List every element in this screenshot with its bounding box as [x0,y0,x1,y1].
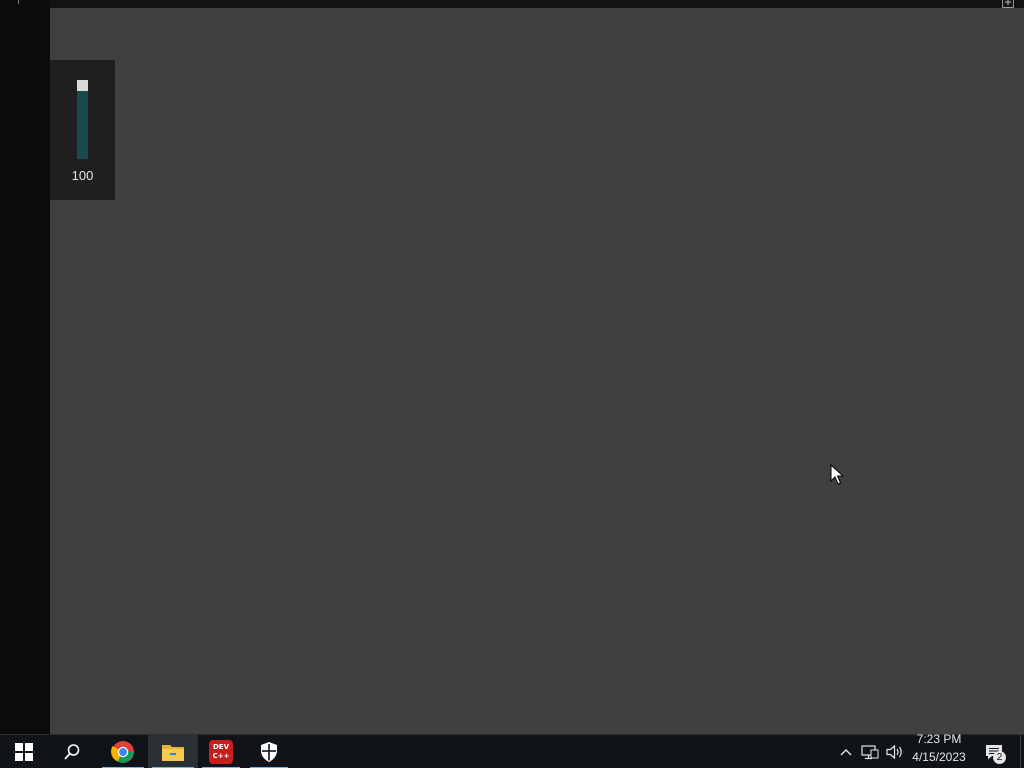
start-button[interactable] [0,735,48,768]
devcpp-icon-line2: C++ [212,752,230,760]
windows-start-icon [15,743,33,761]
chevron-up-icon [840,749,852,756]
taskbar-devcpp-button[interactable]: DEV C++ [198,735,244,768]
clock-date: 4/15/2023 [912,750,966,764]
clock-time: 7:23 PM [916,732,962,746]
volume-slider[interactable] [77,80,88,159]
top-bar [50,0,1024,8]
screen: 100 DEV C++ 7:23 PM 4/15/2023 2 [0,0,1024,768]
network-icon [861,745,879,760]
expand-plus-icon[interactable] [1002,0,1014,8]
search-icon [64,744,80,760]
devcpp-icon-line1: DEV [212,743,229,751]
show-hidden-icons-button[interactable] [838,735,854,768]
taskbar-windows-security-button[interactable] [246,735,292,768]
taskbar-clock[interactable]: 7:23 PM 4/15/2023 [908,732,970,768]
action-center-button[interactable]: 2 [978,735,1010,768]
taskbar: DEV C++ 7:23 PM 4/15/2023 2 [0,732,1024,768]
taskbar-chrome-button[interactable] [98,735,148,768]
taskbar-file-explorer-button[interactable] [148,735,198,768]
devcpp-icon: DEV C++ [209,740,233,764]
search-button[interactable] [48,735,96,768]
folder-icon [162,745,184,761]
volume-tray-button[interactable] [884,735,906,768]
mouse-cursor-icon [830,464,844,485]
strip-tick [18,0,19,4]
speaker-icon [886,744,902,760]
chrome-icon [111,741,134,763]
notification-count-badge: 2 [993,751,1006,764]
shield-icon [261,742,277,762]
volume-slider-thumb[interactable] [77,80,88,91]
volume-value-label: 100 [71,168,94,183]
desktop-area [50,8,1024,734]
left-black-strip [0,0,50,734]
network-tray-button[interactable] [860,735,880,768]
show-desktop-button[interactable] [1020,735,1024,768]
volume-flyout: 100 [50,60,115,200]
